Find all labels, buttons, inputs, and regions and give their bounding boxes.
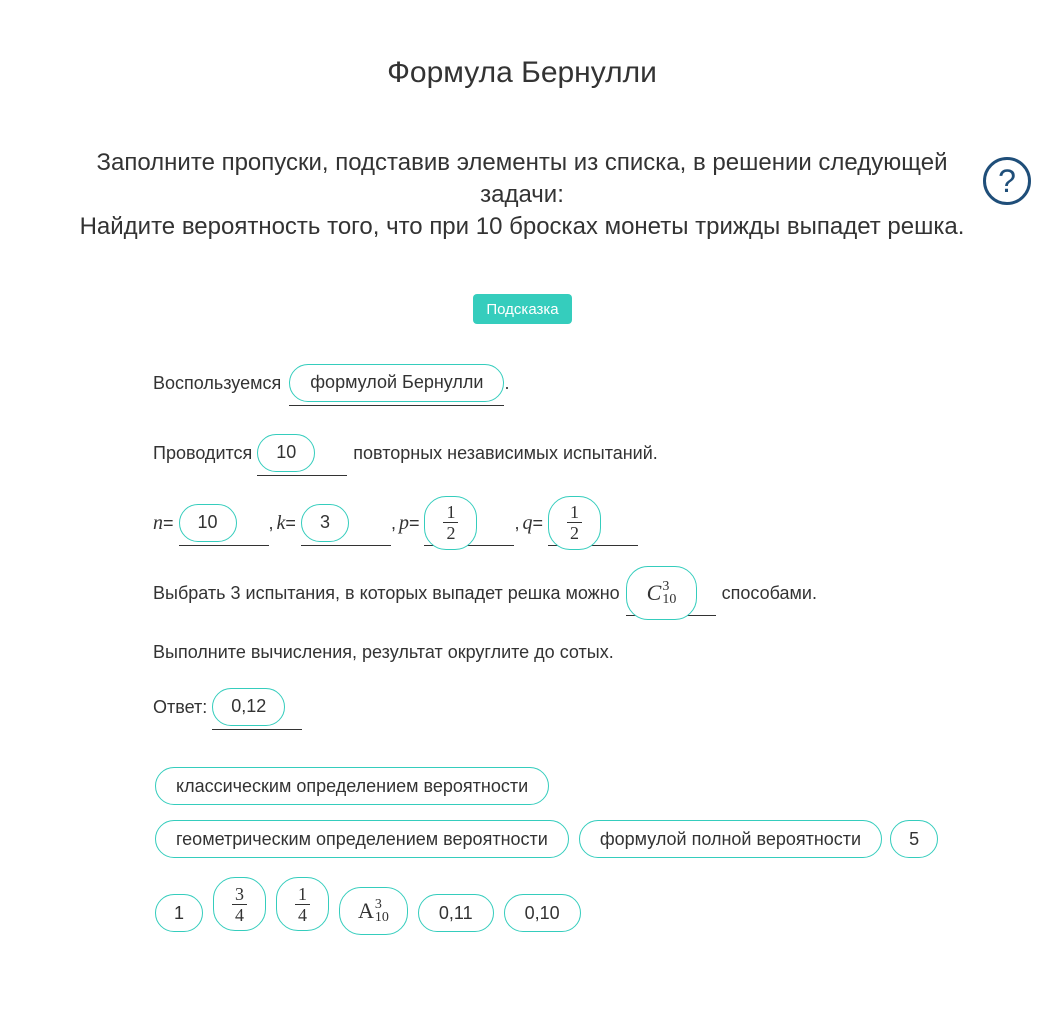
fraction-3-4: 3 4 — [232, 884, 248, 925]
solution-line-4: Выбрать 3 испытания, в которых выпадет р… — [153, 565, 817, 620]
option-total-probability[interactable]: формулой полной вероятности — [578, 820, 883, 858]
answer-label: Ответ: — [153, 696, 208, 717]
solution-line-6: Ответ: 0,12 — [153, 684, 303, 730]
solution-line-1: Воспользуемся формулой Бернулли . — [153, 360, 510, 406]
sep-1: , — [268, 512, 274, 533]
option-5[interactable]: 5 — [890, 820, 939, 858]
drop-slot-1[interactable]: формулой Бернулли — [289, 360, 505, 406]
filled-answer-final[interactable]: 0,12 — [212, 687, 286, 726]
line2-text: Проводится — [153, 442, 253, 463]
drop-slot-k[interactable]: 3 — [300, 500, 391, 546]
option-1[interactable]: 1 — [155, 894, 204, 932]
drop-slot-comb[interactable]: C 3 10 — [625, 565, 716, 620]
n-eq: = — [163, 512, 174, 533]
sep-3: , — [514, 512, 520, 533]
question-circle-icon: ? — [983, 157, 1031, 205]
drop-slot-q[interactable]: 1 2 — [548, 495, 638, 550]
sep-2: , — [390, 512, 396, 533]
filled-k[interactable]: 3 — [300, 503, 349, 542]
arrangement-a-10-3: A 3 10 — [358, 897, 389, 925]
n-label: n — [153, 511, 163, 534]
page-title: Формула Бернулли — [387, 56, 657, 89]
solution-line-5: Выполните вычисления, результат округлит… — [153, 632, 614, 672]
p-fraction: 1 2 — [443, 502, 459, 543]
option-0-11[interactable]: 0,11 — [417, 894, 494, 932]
option-one-quarter[interactable]: 1 4 — [276, 877, 330, 931]
option-0-10[interactable]: 0,10 — [503, 894, 581, 932]
task-instruction: Заполните пропуски, подставив элементы и… — [96, 149, 948, 208]
k-label: k — [276, 511, 286, 534]
line1-text: Воспользуемся — [153, 372, 282, 393]
drop-slot-p[interactable]: 1 2 — [424, 495, 515, 550]
p-eq: = — [408, 512, 420, 533]
task-statement: Заполните пропуски, подставив элементы и… — [72, 147, 972, 243]
options-row-1: классическим определением вероятности — [155, 767, 550, 805]
p-label: p — [398, 511, 409, 534]
fraction-1-4: 1 4 — [295, 884, 311, 925]
line5-text: Выполните вычисления, результат округлит… — [153, 641, 614, 662]
hint-button[interactable]: Подсказка — [473, 294, 572, 324]
line2-end: повторных независимых испытаний. — [353, 442, 658, 463]
task-problem: Найдите вероятность того, что при 10 бро… — [79, 213, 965, 240]
k-eq: = — [285, 512, 296, 533]
filled-answer-1[interactable]: формулой Бернулли — [289, 363, 505, 402]
option-classical[interactable]: классическим определением вероятности — [155, 767, 550, 805]
svg-text:?: ? — [998, 163, 1016, 199]
drop-slot-answer[interactable]: 0,12 — [212, 684, 303, 730]
filled-q[interactable]: 1 2 — [548, 495, 601, 550]
filled-p[interactable]: 1 2 — [424, 495, 478, 550]
options-row-3: 1 3 4 1 4 A 3 10 0,11 0,10 — [155, 873, 581, 935]
solution-line-2: Проводится 10 повторных независимых испы… — [153, 430, 658, 476]
q-label: q — [522, 511, 533, 534]
line1-end: . — [504, 372, 510, 393]
q-fraction: 1 2 — [567, 502, 582, 543]
filled-n[interactable]: 10 — [178, 503, 237, 542]
filled-combination[interactable]: C 3 10 — [625, 565, 698, 620]
solution-line-3: n = 10 , k = 3 , p = 1 2 , q = 1 2 — [153, 495, 638, 550]
option-geometric[interactable]: геометрическим определением вероятности — [155, 820, 569, 858]
drop-slot-n[interactable]: 10 — [178, 500, 269, 546]
combination-c-10-3: C 3 10 — [646, 578, 677, 607]
option-arrangement[interactable]: A 3 10 — [339, 887, 408, 935]
options-row-2: геометрическим определением вероятности … — [155, 820, 939, 858]
drop-slot-2[interactable]: 10 — [257, 430, 348, 476]
filled-answer-2[interactable]: 10 — [257, 433, 316, 472]
help-icon[interactable]: ? — [983, 157, 1031, 205]
option-three-quarters[interactable]: 3 4 — [213, 877, 267, 931]
q-eq: = — [532, 512, 543, 533]
line4-end: способами. — [721, 582, 817, 603]
line4-text: Выбрать 3 испытания, в которых выпадет р… — [153, 582, 620, 603]
